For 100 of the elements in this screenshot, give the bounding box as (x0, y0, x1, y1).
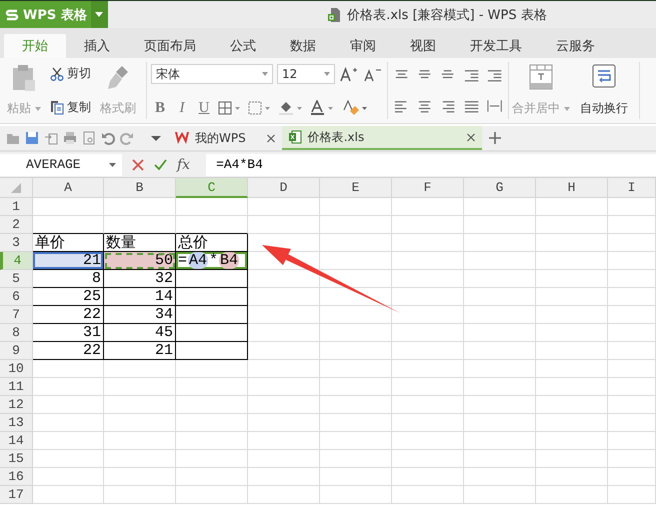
font-style-button[interactable]: U (195, 100, 213, 116)
document-tab[interactable]: 我的WPS (169, 126, 282, 150)
row-header[interactable]: 5 (0, 270, 33, 288)
row-header[interactable]: 1 (0, 198, 33, 216)
grid-cell (464, 450, 536, 468)
fill-color-icon[interactable] (277, 99, 305, 117)
copy-button[interactable]: 复制 (48, 98, 93, 117)
column-header[interactable]: D (248, 178, 320, 198)
caret-icon[interactable] (95, 12, 104, 17)
row-header[interactable]: 16 (0, 468, 33, 486)
save-icon[interactable] (25, 131, 39, 145)
menu-tab[interactable]: 开始 (4, 34, 66, 58)
distribute-icon[interactable] (484, 98, 504, 114)
column-header[interactable]: G (464, 178, 536, 198)
table-cell: 21 (104, 342, 176, 360)
cut-button[interactable]: 剪切 (48, 64, 93, 83)
formula-operator: * (209, 252, 218, 269)
insert-function-button[interactable]: fx (177, 156, 190, 172)
name-box[interactable]: AVERAGE (0, 154, 122, 176)
formula-input[interactable]: =A4*B4 (206, 154, 656, 176)
table-cell (176, 306, 248, 324)
grid-cell (392, 234, 464, 252)
grid-cell (320, 234, 392, 252)
column-header[interactable]: A (33, 178, 104, 198)
row-header[interactable]: 17 (0, 486, 33, 504)
close-icon[interactable] (266, 134, 276, 142)
borders-icon[interactable] (217, 100, 243, 116)
row-header[interactable]: 7 (0, 306, 33, 324)
add-tab-icon[interactable] (488, 131, 502, 145)
formula-cell[interactable]: =A4*B4 (176, 252, 248, 270)
menu-tab[interactable]: 云服务 (540, 34, 611, 58)
merge-cells-icon (529, 64, 553, 90)
grid-cell (392, 378, 464, 396)
menu-tab[interactable]: 公式 (214, 34, 272, 58)
increase-font-size-icon[interactable] (339, 65, 359, 83)
cancel-icon[interactable] (132, 158, 144, 170)
grid-cell (176, 378, 248, 396)
close-icon[interactable] (466, 132, 476, 142)
row-header[interactable]: 8 (0, 324, 33, 342)
grid-cell (464, 468, 536, 486)
grid-cell (248, 342, 320, 360)
row-header[interactable]: 11 (0, 378, 33, 396)
menu-tab[interactable]: 视图 (394, 34, 452, 58)
document-tab[interactable]: 价格表.xls (282, 126, 482, 150)
wrap-text-button[interactable]: 自动换行 (577, 62, 631, 119)
menu-tab[interactable]: 插入 (68, 34, 126, 58)
row-header[interactable]: 10 (0, 360, 33, 378)
grid-cell (104, 468, 176, 486)
row-header[interactable]: 9 (0, 342, 33, 360)
menu-tab[interactable]: 页面布局 (128, 34, 212, 58)
table-cell: 25 (33, 288, 104, 306)
clear-format-icon[interactable] (341, 99, 369, 117)
row-header[interactable]: 3 (0, 234, 33, 252)
grid-cell (320, 450, 392, 468)
row-header[interactable]: 2 (0, 216, 33, 234)
column-header[interactable]: H (536, 178, 608, 198)
grid-cell (104, 414, 176, 432)
table-cell: 31 (33, 324, 104, 342)
font-style-button[interactable]: B (151, 100, 169, 116)
caret-icon[interactable] (262, 72, 268, 76)
grid-cell (248, 198, 320, 216)
grid-cell (464, 324, 536, 342)
grid-cell (176, 360, 248, 378)
app-name: WPS 表格 (23, 6, 87, 24)
grid-cell (536, 342, 608, 360)
column-header[interactable]: F (392, 178, 464, 198)
grid-cell (464, 432, 536, 450)
grid-cell (464, 486, 536, 504)
grid-cell (248, 486, 320, 504)
caret-icon[interactable] (324, 72, 330, 76)
cell-reference: B4 (219, 252, 240, 269)
grid-cell (536, 306, 608, 324)
column-header[interactable]: B (104, 178, 176, 198)
grid-cell (248, 378, 320, 396)
grid-cell (608, 360, 656, 378)
row-header[interactable]: 6 (0, 288, 33, 306)
grid-cell (608, 342, 656, 360)
row-header[interactable]: 13 (0, 414, 33, 432)
undo-icon[interactable] (101, 131, 115, 145)
row-header[interactable]: 15 (0, 450, 33, 468)
menu-tab[interactable]: 开发工具 (454, 34, 538, 58)
grid-cell (464, 306, 536, 324)
grid-cell (608, 396, 656, 414)
grid-cell (176, 198, 248, 216)
column-header[interactable]: E (320, 178, 392, 198)
menu-tab[interactable]: 审阅 (334, 34, 392, 58)
grid-cell (464, 252, 536, 270)
grid-cell (608, 216, 656, 234)
table-cell: 22 (33, 306, 104, 324)
menu-tab[interactable]: 数据 (274, 34, 332, 58)
font-name-dropdown[interactable]: 宋体 (151, 64, 273, 84)
row-header[interactable]: 14 (0, 432, 33, 450)
grid-cell (608, 234, 656, 252)
cell-style-icon[interactable] (247, 100, 273, 116)
row-header[interactable]: 12 (0, 396, 33, 414)
font-size-dropdown[interactable]: 12 (277, 64, 335, 84)
caret-icon[interactable] (109, 162, 116, 166)
checkmark-icon[interactable] (154, 158, 167, 170)
font-style-button[interactable]: I (173, 100, 191, 116)
column-header[interactable]: I (608, 178, 656, 198)
